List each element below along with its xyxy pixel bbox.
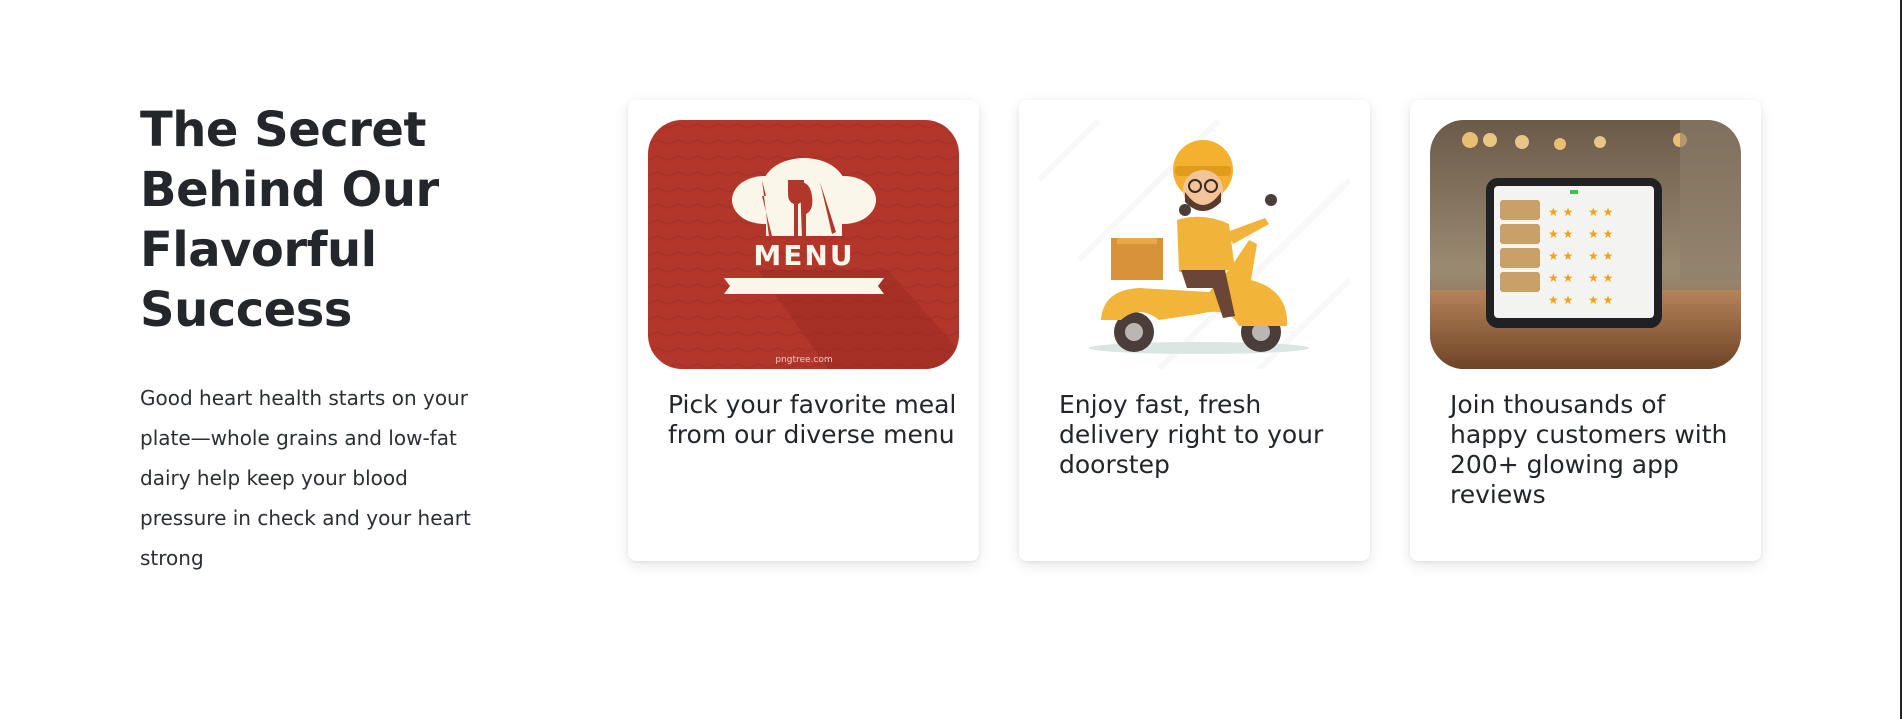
reviews-image: ★ ★ ★ ★ ★ ★ ★ ★ ★ ★ ★ ★ ★ ★ ★ ★ ★ ★ ★ ★ [1430, 120, 1741, 369]
feature-card-delivery: Enjoy fast, fresh delivery right to your… [1019, 100, 1370, 561]
svg-text:★ ★: ★ ★ [1588, 293, 1613, 307]
watermark-text: pngtree.com [775, 355, 832, 365]
card-caption: Enjoy fast, fresh delivery right to your… [1059, 390, 1324, 479]
svg-text:★ ★: ★ ★ [1548, 271, 1573, 285]
feature-card-menu: MENU pngtree.com Pick your favorite meal… [628, 100, 979, 561]
svg-text:★ ★: ★ ★ [1548, 205, 1573, 219]
card-caption: Pick your favorite meal from our diverse… [668, 390, 957, 449]
page-title: The Secret Behind Our Flavorful Success [140, 102, 439, 338]
svg-text:★ ★: ★ ★ [1548, 293, 1573, 307]
menu-label: MENU [753, 239, 854, 272]
card-caption: Join thousands of happy customers with 2… [1450, 390, 1728, 509]
svg-text:★ ★: ★ ★ [1588, 249, 1613, 263]
intro-description: Good heart health starts on your plate—w… [140, 386, 471, 570]
intro-section: The Secret Behind Our Flavorful Success … [140, 100, 500, 578]
svg-text:★ ★: ★ ★ [1588, 227, 1613, 241]
svg-text:★ ★: ★ ★ [1548, 249, 1573, 263]
tablet-reviews-photo: ★ ★ ★ ★ ★ ★ ★ ★ ★ ★ ★ ★ ★ ★ ★ ★ ★ ★ ★ ★ [1430, 120, 1741, 369]
chef-hat-menu-icon: MENU pngtree.com [648, 120, 959, 369]
svg-text:★ ★: ★ ★ [1548, 227, 1573, 241]
delivery-scooter-illustration [1039, 120, 1350, 369]
svg-text:★ ★: ★ ★ [1588, 205, 1613, 219]
svg-text:★ ★: ★ ★ [1588, 271, 1613, 285]
feature-card-reviews: ★ ★ ★ ★ ★ ★ ★ ★ ★ ★ ★ ★ ★ ★ ★ ★ ★ ★ ★ ★ Join … [1410, 100, 1761, 561]
menu-image: MENU pngtree.com [648, 120, 959, 369]
delivery-image [1039, 120, 1350, 369]
